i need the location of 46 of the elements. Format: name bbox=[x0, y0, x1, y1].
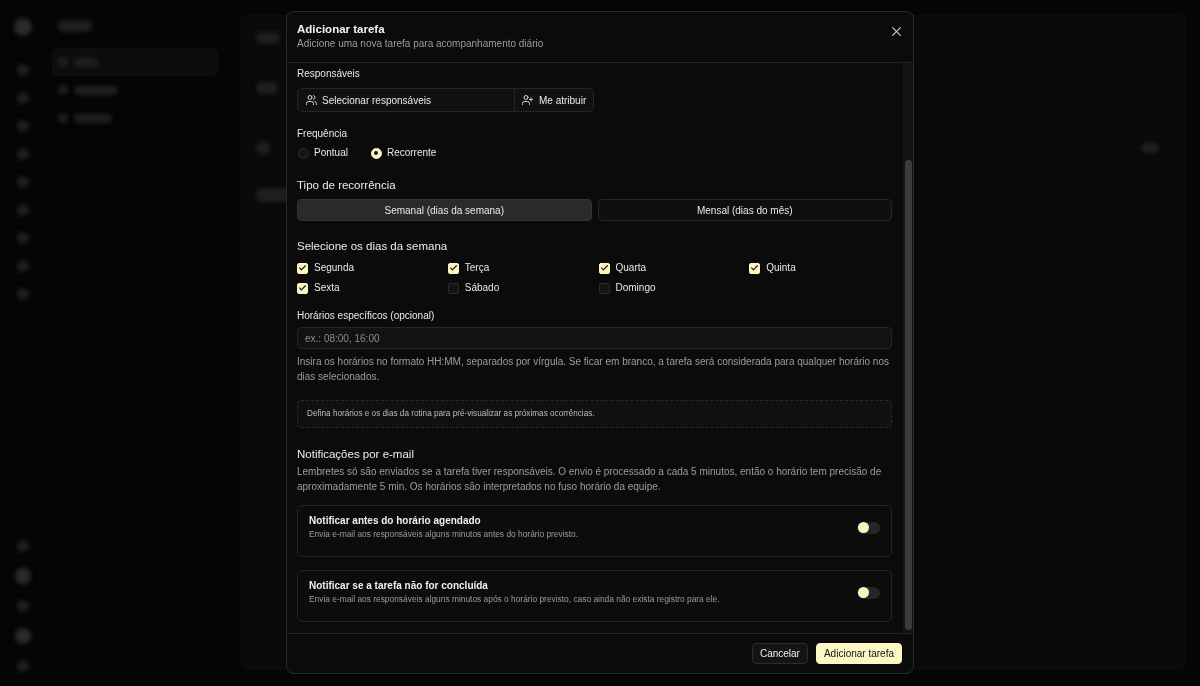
check-icon bbox=[299, 265, 306, 271]
check-icon bbox=[600, 265, 608, 271]
toggle-switch[interactable] bbox=[857, 586, 880, 599]
dialog-subtitle: Adicione uma nova tarefa para acompanhamento diário bbox=[297, 37, 545, 51]
radio-label[interactable]: Recorrente bbox=[386, 146, 437, 160]
add-task-button[interactable]: Adicionar tarefa bbox=[815, 643, 902, 664]
check-icon bbox=[751, 265, 759, 271]
toggle-switch[interactable] bbox=[857, 521, 880, 534]
checkbox-label[interactable]: Sexta bbox=[314, 281, 340, 295]
checkbox[interactable] bbox=[598, 282, 610, 294]
checkbox-label[interactable]: Terça bbox=[464, 261, 490, 275]
checkbox-label[interactable]: Domingo bbox=[615, 281, 656, 295]
scrollbar-thumb[interactable] bbox=[904, 160, 912, 630]
description-text: Lembretes só são enviados se a tarefa tiver responsáveis. O envio é processado a cada 5 minutos, então o horário tem precisão de aproximadamente 5 min. Os horários são interpretados no fuso horário da equipe. bbox=[297, 464, 883, 494]
close-button[interactable] bbox=[892, 27, 901, 36]
checkbox-label[interactable]: Segunda bbox=[314, 261, 355, 275]
users-icon bbox=[306, 95, 317, 105]
radio-label[interactable]: Pontual bbox=[314, 146, 348, 160]
dialog-title: Adicionar tarefa bbox=[297, 22, 386, 37]
field-label: Horários específicos (opcional) bbox=[297, 309, 436, 323]
checkbox-label[interactable]: Quinta bbox=[766, 261, 796, 275]
segment-button[interactable]: Semanal (dias da semana) bbox=[297, 199, 592, 221]
field-label: Frequência bbox=[297, 127, 349, 141]
user-plus-icon bbox=[522, 95, 533, 105]
section-heading: Tipo de recorrência bbox=[297, 178, 397, 193]
check-icon bbox=[449, 265, 457, 271]
notification-title: Notificar antes do horário agendado bbox=[309, 514, 482, 527]
check-icon bbox=[299, 285, 306, 291]
assign-me-button[interactable]: Me atribuir bbox=[514, 88, 595, 112]
close-icon bbox=[892, 27, 901, 36]
notification-description: Envia e-mail aos responsáveis alguns minutos após o horário previsto, caso ainda não exista registro para ele. bbox=[309, 593, 721, 605]
checkbox[interactable] bbox=[447, 282, 459, 294]
notification-description: Envia e-mail aos responsáveis alguns minutos antes do horário previsto. bbox=[309, 528, 580, 540]
field-label: Responsáveis bbox=[297, 67, 361, 81]
preview-note: Defina horários e os dias da rotina para pré-visualizar as próximas ocorrências. bbox=[297, 399, 892, 428]
notification-title: Notificar se a tarefa não for concluída bbox=[309, 579, 489, 592]
times-input-field[interactable]: ex.: 08:00, 16:00 bbox=[297, 327, 892, 349]
select-assignees-button[interactable]: Selecionar responsáveis bbox=[297, 88, 515, 112]
section-heading: Notificações por e-mail bbox=[297, 446, 415, 462]
help-text: Insira os horários no formato HH:MM, separados por vírgula. Se ficar em branco, a tarefa será considerada para qualquer horário nos dias selecionados. bbox=[297, 354, 890, 384]
segment-button[interactable]: Mensal (dias do mês) bbox=[597, 199, 892, 221]
section-heading: Selecione os dias da semana bbox=[297, 239, 449, 254]
cancel-button[interactable]: Cancelar bbox=[751, 643, 808, 664]
checkbox-label[interactable]: Quarta bbox=[615, 261, 647, 275]
checkbox-label[interactable]: Sábado bbox=[464, 281, 500, 295]
radio-button[interactable] bbox=[298, 147, 309, 159]
